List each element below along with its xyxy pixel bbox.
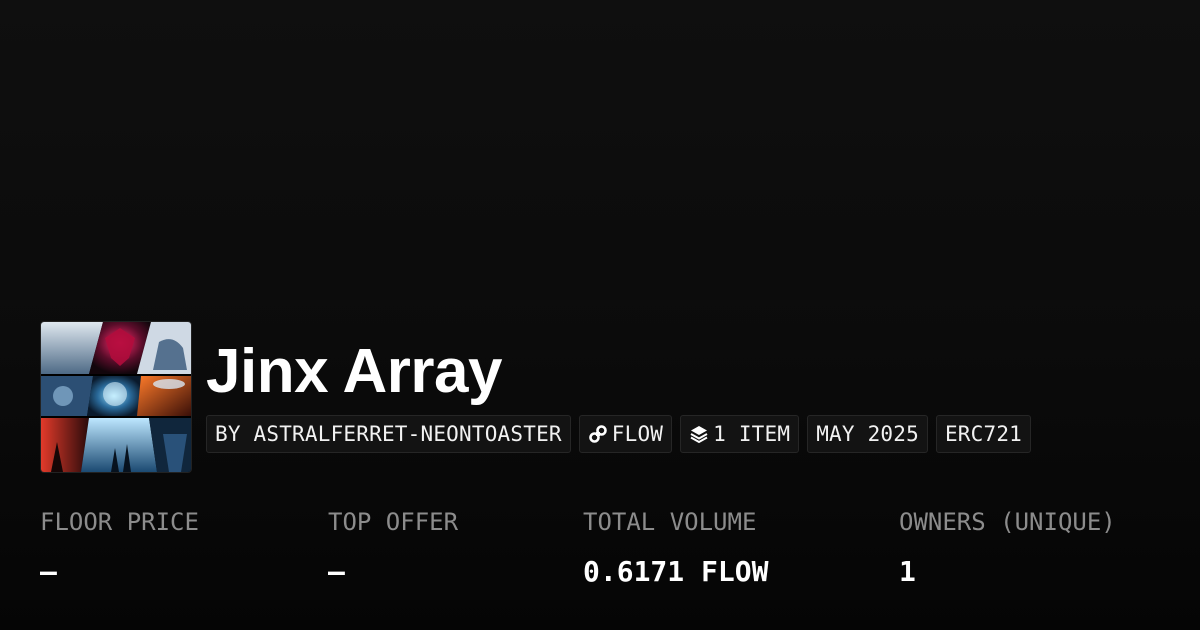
stat-label: OWNERS (UNIQUE)	[899, 508, 1116, 536]
flow-chain-icon	[588, 424, 608, 444]
item-count-tag[interactable]: 1 ITEM	[680, 415, 800, 453]
standard-tag: ERC721	[935, 415, 1032, 453]
layers-icon	[689, 424, 709, 444]
date-tag: MAY 2025	[807, 415, 928, 453]
stat-owners: OWNERS (UNIQUE) 1	[899, 504, 1116, 590]
stat-label: FLOOR PRICE	[40, 508, 199, 536]
collection-thumbnail[interactable]	[40, 321, 192, 473]
standard-label: ERC721	[944, 422, 1023, 446]
collection-artwork-collage	[41, 322, 191, 472]
stat-value: —	[328, 555, 345, 588]
collection-share-card: Jinx Array BY ASTRALFERRET-NEONTOASTER F…	[0, 0, 1200, 630]
collection-tags: BY ASTRALFERRET-NEONTOASTER FLOW 1 ITEM …	[206, 415, 1032, 453]
creator-label: BY ASTRALFERRET-NEONTOASTER	[215, 422, 562, 446]
collection-title: Jinx Array	[206, 337, 502, 406]
chain-label: FLOW	[611, 422, 664, 446]
date-label: MAY 2025	[816, 422, 919, 446]
stat-value: 0.6171 FLOW	[583, 555, 769, 588]
stat-floor-price: FLOOR PRICE —	[40, 504, 199, 590]
stat-top-offer: TOP OFFER —	[328, 504, 458, 590]
stat-value: 1	[899, 555, 916, 588]
stat-total-volume: TOTAL VOLUME 0.6171 FLOW	[583, 504, 768, 590]
stat-label: TOTAL VOLUME	[583, 508, 757, 536]
stat-value: —	[40, 555, 57, 588]
item-count-label: 1 ITEM	[713, 422, 791, 446]
chain-tag[interactable]: FLOW	[578, 415, 673, 453]
creator-tag[interactable]: BY ASTRALFERRET-NEONTOASTER	[206, 415, 571, 453]
stat-label: TOP OFFER	[328, 508, 459, 536]
